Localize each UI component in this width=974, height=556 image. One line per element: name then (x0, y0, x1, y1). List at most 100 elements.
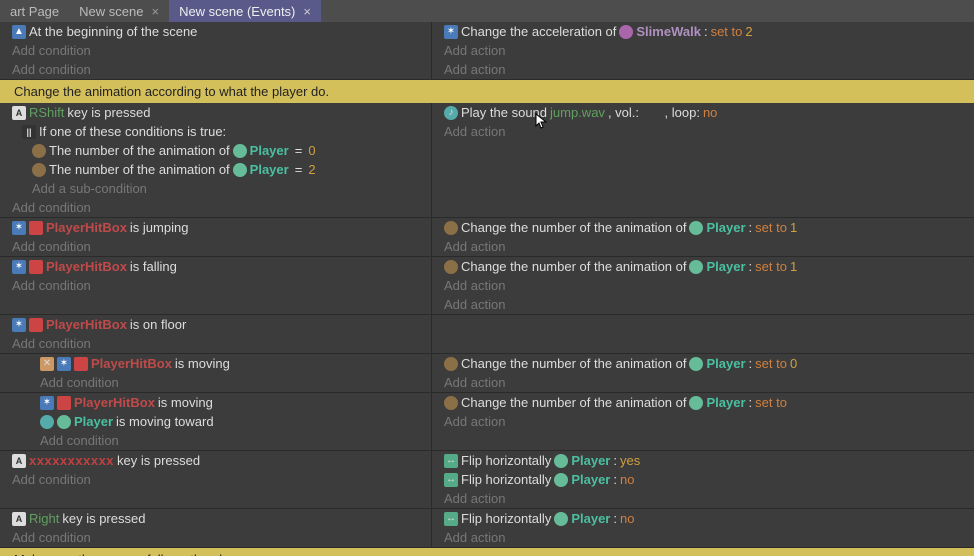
object-name: PlayerHitBox (46, 259, 127, 274)
condition-line[interactable]: ✕ ✶ PlayerHitBox is moving (0, 354, 431, 373)
add-action-link[interactable]: Add action (432, 295, 974, 314)
platform-icon: ✶ (12, 221, 26, 235)
add-condition-link[interactable]: Add condition (0, 237, 431, 256)
add-condition-link[interactable]: Add condition (0, 41, 431, 60)
action-line[interactable]: ↔ Flip horizontally Player : no (432, 470, 974, 489)
add-condition-link[interactable]: Add condition (0, 528, 431, 547)
actions-column (432, 315, 974, 353)
event-row[interactable]: A xxxxxxxxxxx key is pressed Add conditi… (0, 451, 974, 509)
action-line[interactable]: Change the number of the animation of Pl… (432, 218, 974, 237)
condition-line[interactable]: ✶ PlayerHitBox is on floor (0, 315, 431, 334)
action-line[interactable]: Change the number of the animation of Pl… (432, 354, 974, 373)
event-sub-row[interactable]: ✶ PlayerHitBox is moving Player is movin… (0, 393, 974, 451)
event-row[interactable]: A RShift key is pressed || If one of the… (0, 103, 974, 218)
add-condition-link[interactable]: Add condition (0, 198, 431, 217)
action-text: Change the number of the animation of (461, 356, 686, 371)
object-icon (29, 318, 43, 332)
direction-icon (40, 415, 54, 429)
condition-line[interactable]: || If one of these conditions is true: (0, 122, 431, 141)
add-action-link[interactable]: Add action (432, 412, 974, 431)
object-icon (554, 512, 568, 526)
action-line[interactable]: Change the number of the animation of Pl… (432, 393, 974, 412)
object-icon (554, 473, 568, 487)
condition-line[interactable]: ✶ PlayerHitBox is jumping (0, 218, 431, 237)
event-row[interactable]: ▲ At the beginning of the scene Add cond… (0, 22, 974, 80)
conditions-column: ✶ PlayerHitBox is on floor Add condition (0, 315, 432, 353)
comment-row[interactable]: Make sure the camera follows the player. (0, 548, 974, 556)
object-icon (554, 454, 568, 468)
loop-label: , loop: (665, 105, 700, 120)
event-row[interactable]: ✶ PlayerHitBox is falling Add condition … (0, 257, 974, 315)
flip-icon: ↔ (444, 473, 458, 487)
add-condition-link[interactable]: Add condition (0, 431, 431, 450)
object-name: PlayerHitBox (46, 317, 127, 332)
scene-start-icon: ▲ (12, 25, 26, 39)
condition-line[interactable]: ✶ PlayerHitBox is moving (0, 393, 431, 412)
colon: : (749, 259, 753, 274)
conditions-column: A Right key is pressed Add condition (0, 509, 432, 547)
action-line[interactable]: ↔ Flip horizontally Player : yes (432, 451, 974, 470)
action-line[interactable]: ↔ Flip horizontally Player : no (432, 509, 974, 528)
add-condition-link[interactable]: Add condition (0, 334, 431, 353)
actions-column: ↔ Flip horizontally Player : yes ↔ Flip … (432, 451, 974, 508)
tab-new-scene[interactable]: New scene × (69, 0, 169, 22)
object-icon (233, 163, 247, 177)
object-icon (689, 260, 703, 274)
colon: : (749, 220, 753, 235)
platform-icon: ✶ (40, 396, 54, 410)
event-row[interactable]: ✶ PlayerHitBox is jumping Add condition … (0, 218, 974, 257)
flip-icon: ↔ (444, 454, 458, 468)
add-sub-condition-link[interactable]: Add a sub-condition (0, 179, 431, 198)
key-name: Right (29, 511, 59, 526)
key-icon: A (12, 454, 26, 468)
add-condition-link[interactable]: Add condition (0, 276, 431, 295)
add-condition-link[interactable]: Add condition (0, 470, 431, 489)
add-action-link[interactable]: Add action (432, 373, 974, 392)
add-condition-link[interactable]: Add condition (0, 373, 431, 392)
add-action-link[interactable]: Add action (432, 237, 974, 256)
conditions-column: ▲ At the beginning of the scene Add cond… (0, 22, 432, 79)
condition-line[interactable]: A RShift key is pressed (0, 103, 431, 122)
add-action-link[interactable]: Add action (432, 528, 974, 547)
condition-line[interactable]: A xxxxxxxxxxx key is pressed (0, 451, 431, 470)
event-row[interactable]: A Right key is pressed Add condition ↔ F… (0, 509, 974, 548)
condition-line[interactable]: ▲ At the beginning of the scene (0, 22, 431, 41)
action-line[interactable]: Change the number of the animation of Pl… (432, 257, 974, 276)
condition-line[interactable]: The number of the animation of Player = … (0, 141, 431, 160)
operator-set: set to (755, 220, 787, 235)
add-action-link[interactable]: Add action (432, 489, 974, 508)
add-action-link[interactable]: Add action (432, 60, 974, 79)
close-icon[interactable]: × (151, 4, 159, 19)
colon: : (613, 472, 617, 487)
actions-column: Change the number of the animation of Pl… (432, 393, 974, 450)
action-line[interactable]: ✶ Change the acceleration of SlimeWalk: … (432, 22, 974, 41)
key-icon: A (12, 106, 26, 120)
condition-line[interactable]: The number of the animation of Player = … (0, 160, 431, 179)
condition-line[interactable]: A Right key is pressed (0, 509, 431, 528)
actions-column: ↔ Flip horizontally Player : no Add acti… (432, 509, 974, 547)
close-icon[interactable]: × (303, 4, 311, 19)
anim-icon (444, 260, 458, 274)
object-icon (689, 221, 703, 235)
conditions-column: ✕ ✶ PlayerHitBox is moving Add condition (0, 354, 432, 392)
comment-row[interactable]: Change the animation according to what t… (0, 80, 974, 103)
add-action-link[interactable]: Add action (432, 41, 974, 60)
condition-line[interactable]: ✶ PlayerHitBox is falling (0, 257, 431, 276)
add-condition-link[interactable]: Add condition (0, 60, 431, 79)
object-name: Player (74, 414, 113, 429)
action-text: Change the number of the animation of (461, 259, 686, 274)
sound-icon: ♪ (444, 106, 458, 120)
tab-art-page[interactable]: art Page (0, 0, 69, 22)
event-row[interactable]: ✶ PlayerHitBox is on floor Add condition (0, 315, 974, 354)
operator-set: set to (711, 24, 743, 39)
action-line[interactable]: ♪ Play the sound jump.wav, vol.: xxx, lo… (432, 103, 974, 122)
event-sub-row[interactable]: ✕ ✶ PlayerHitBox is moving Add condition… (0, 354, 974, 393)
accel-icon: ✶ (444, 25, 458, 39)
colon: : (749, 356, 753, 371)
add-action-link[interactable]: Add action (432, 276, 974, 295)
add-action-link[interactable]: Add action (432, 122, 974, 141)
condition-line[interactable]: Player is moving toward xxx (0, 412, 431, 431)
value-number: 1 (790, 259, 797, 274)
flip-icon: ↔ (444, 512, 458, 526)
tab-new-scene-events[interactable]: New scene (Events) × (169, 0, 321, 22)
